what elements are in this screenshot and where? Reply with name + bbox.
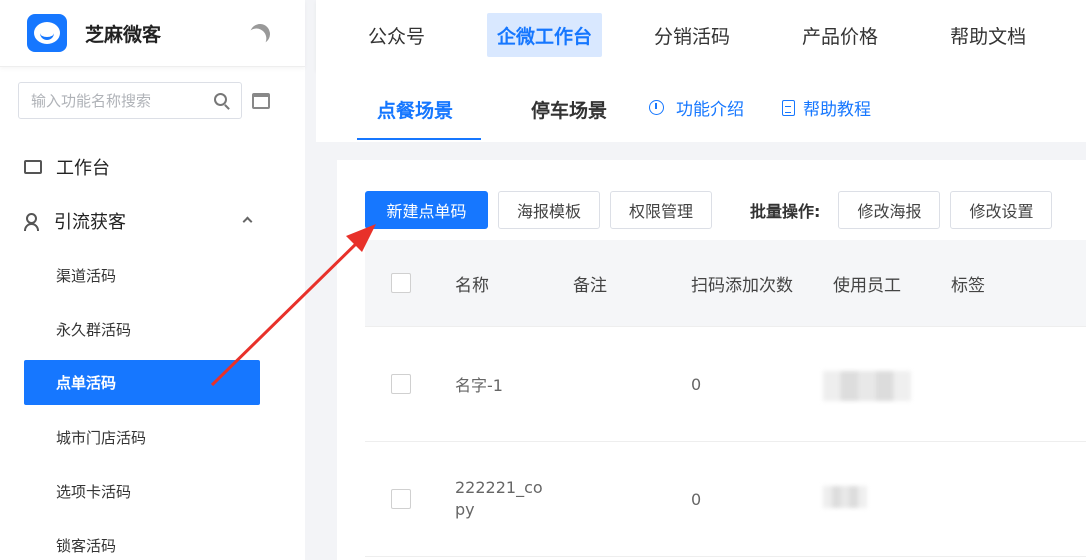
search-placeholder: 输入功能名称搜索 [31,92,152,110]
sidebar-subitem-order-code[interactable]: 点单活码 [24,360,260,405]
permission-management-button[interactable]: 权限管理 [610,191,713,229]
sidebar-subitem-city-store-code[interactable]: 城市门店活码 [24,410,260,464]
brand-name: 芝麻微客 [85,23,162,46]
nav-product-pricing[interactable]: 产品价格 [792,13,888,57]
order-code-table: 名称 备注 扫码添加次数 使用员工 标签 名字-1 0 222221_copy … [365,240,1086,557]
blurred-staff-avatar [823,486,867,508]
active-tab-indicator [357,138,481,140]
sidebar-subitem-tab-code[interactable]: 选项卡活码 [24,464,260,518]
nav-wecom-workbench[interactable]: 企微工作台 [487,13,603,57]
row-name: 名字-1 [455,376,503,395]
column-header-name: 名称 [455,275,489,296]
top-navigation: 公众号 企微工作台 分销活码 产品价格 帮助文档 [316,0,1086,70]
monitor-icon [24,160,42,174]
row-scan-count: 0 [691,489,702,509]
document-icon [782,99,795,116]
tab-ordering-scene[interactable]: 点餐场景 [377,96,453,123]
search-icon[interactable] [214,93,227,106]
nav-distribution-code[interactable]: 分销活码 [644,13,740,57]
edit-poster-button[interactable]: 修改海报 [838,191,941,229]
column-header-scan-count: 扫码添加次数 [691,275,793,296]
poster-template-button[interactable]: 海报模板 [498,191,601,229]
sidebar-item-workbench[interactable]: 工作台 [0,140,305,194]
column-header-remark: 备注 [573,275,607,296]
table-row[interactable]: 名字-1 0 [365,327,1086,442]
feature-intro-label: 功能介绍 [676,100,744,120]
table-header: 名称 备注 扫码添加次数 使用员工 标签 [365,240,1086,327]
sidebar-item-label: 工作台 [56,158,110,179]
user-add-icon [24,213,40,231]
toolbar: 新建点单码 海报模板 权限管理 批量操作: 修改海报 修改设置 [365,191,1062,229]
row-checkbox[interactable] [391,374,411,394]
search-row: 输入功能名称搜索 [18,82,270,119]
sidebar-subitem-lock-customer-code[interactable]: 锁客活码 [24,518,260,560]
sidebar-subitem-permanent-group-code[interactable]: 永久群活码 [24,302,260,356]
edit-settings-button[interactable]: 修改设置 [950,191,1053,229]
row-name: 222221_copy [455,478,543,519]
brand-logo-icon [27,14,67,52]
help-tutorial-label: 帮助教程 [803,100,871,120]
sidebar: 芝麻微客 输入功能名称搜索 工作台 引流获客 渠道活码 永久群活码 点单活码 城… [0,0,305,560]
content-panel: 新建点单码 海报模板 权限管理 批量操作: 修改海报 修改设置 名称 备注 扫码… [337,160,1086,560]
blurred-staff-avatar [823,371,911,401]
scene-tabs: 点餐场景 停车场景 功能介绍 帮助教程 [316,70,1086,142]
feature-intro-link[interactable]: 功能介绍 [649,95,744,120]
row-checkbox[interactable] [391,489,411,509]
row-scan-count: 0 [691,374,702,394]
nav-help-docs[interactable]: 帮助文档 [940,13,1036,57]
help-tutorial-link[interactable]: 帮助教程 [782,95,871,120]
dark-mode-moon-icon[interactable] [247,21,273,47]
chevron-up-icon [242,216,253,227]
column-header-tags: 标签 [951,275,985,296]
new-order-code-button[interactable]: 新建点单码 [365,191,488,229]
calendar-icon[interactable] [252,92,270,109]
info-icon [649,100,664,115]
sidebar-subitem-channel-code[interactable]: 渠道活码 [24,248,260,302]
sidebar-menu: 工作台 引流获客 渠道活码 永久群活码 点单活码 城市门店活码 选项卡活码 锁客… [0,140,305,560]
column-header-staff: 使用员工 [833,275,901,296]
select-all-checkbox[interactable] [391,273,411,293]
nav-official-account[interactable]: 公众号 [358,13,435,57]
sidebar-item-traffic-acquisition[interactable]: 引流获客 [0,194,305,248]
tab-parking-scene[interactable]: 停车场景 [531,96,607,123]
batch-operations-label: 批量操作: [750,202,821,221]
search-input[interactable]: 输入功能名称搜索 [18,82,242,119]
table-row[interactable]: 222221_copy 0 [365,442,1086,557]
sidebar-item-label: 引流获客 [54,212,126,233]
brand-header: 芝麻微客 [0,0,305,67]
